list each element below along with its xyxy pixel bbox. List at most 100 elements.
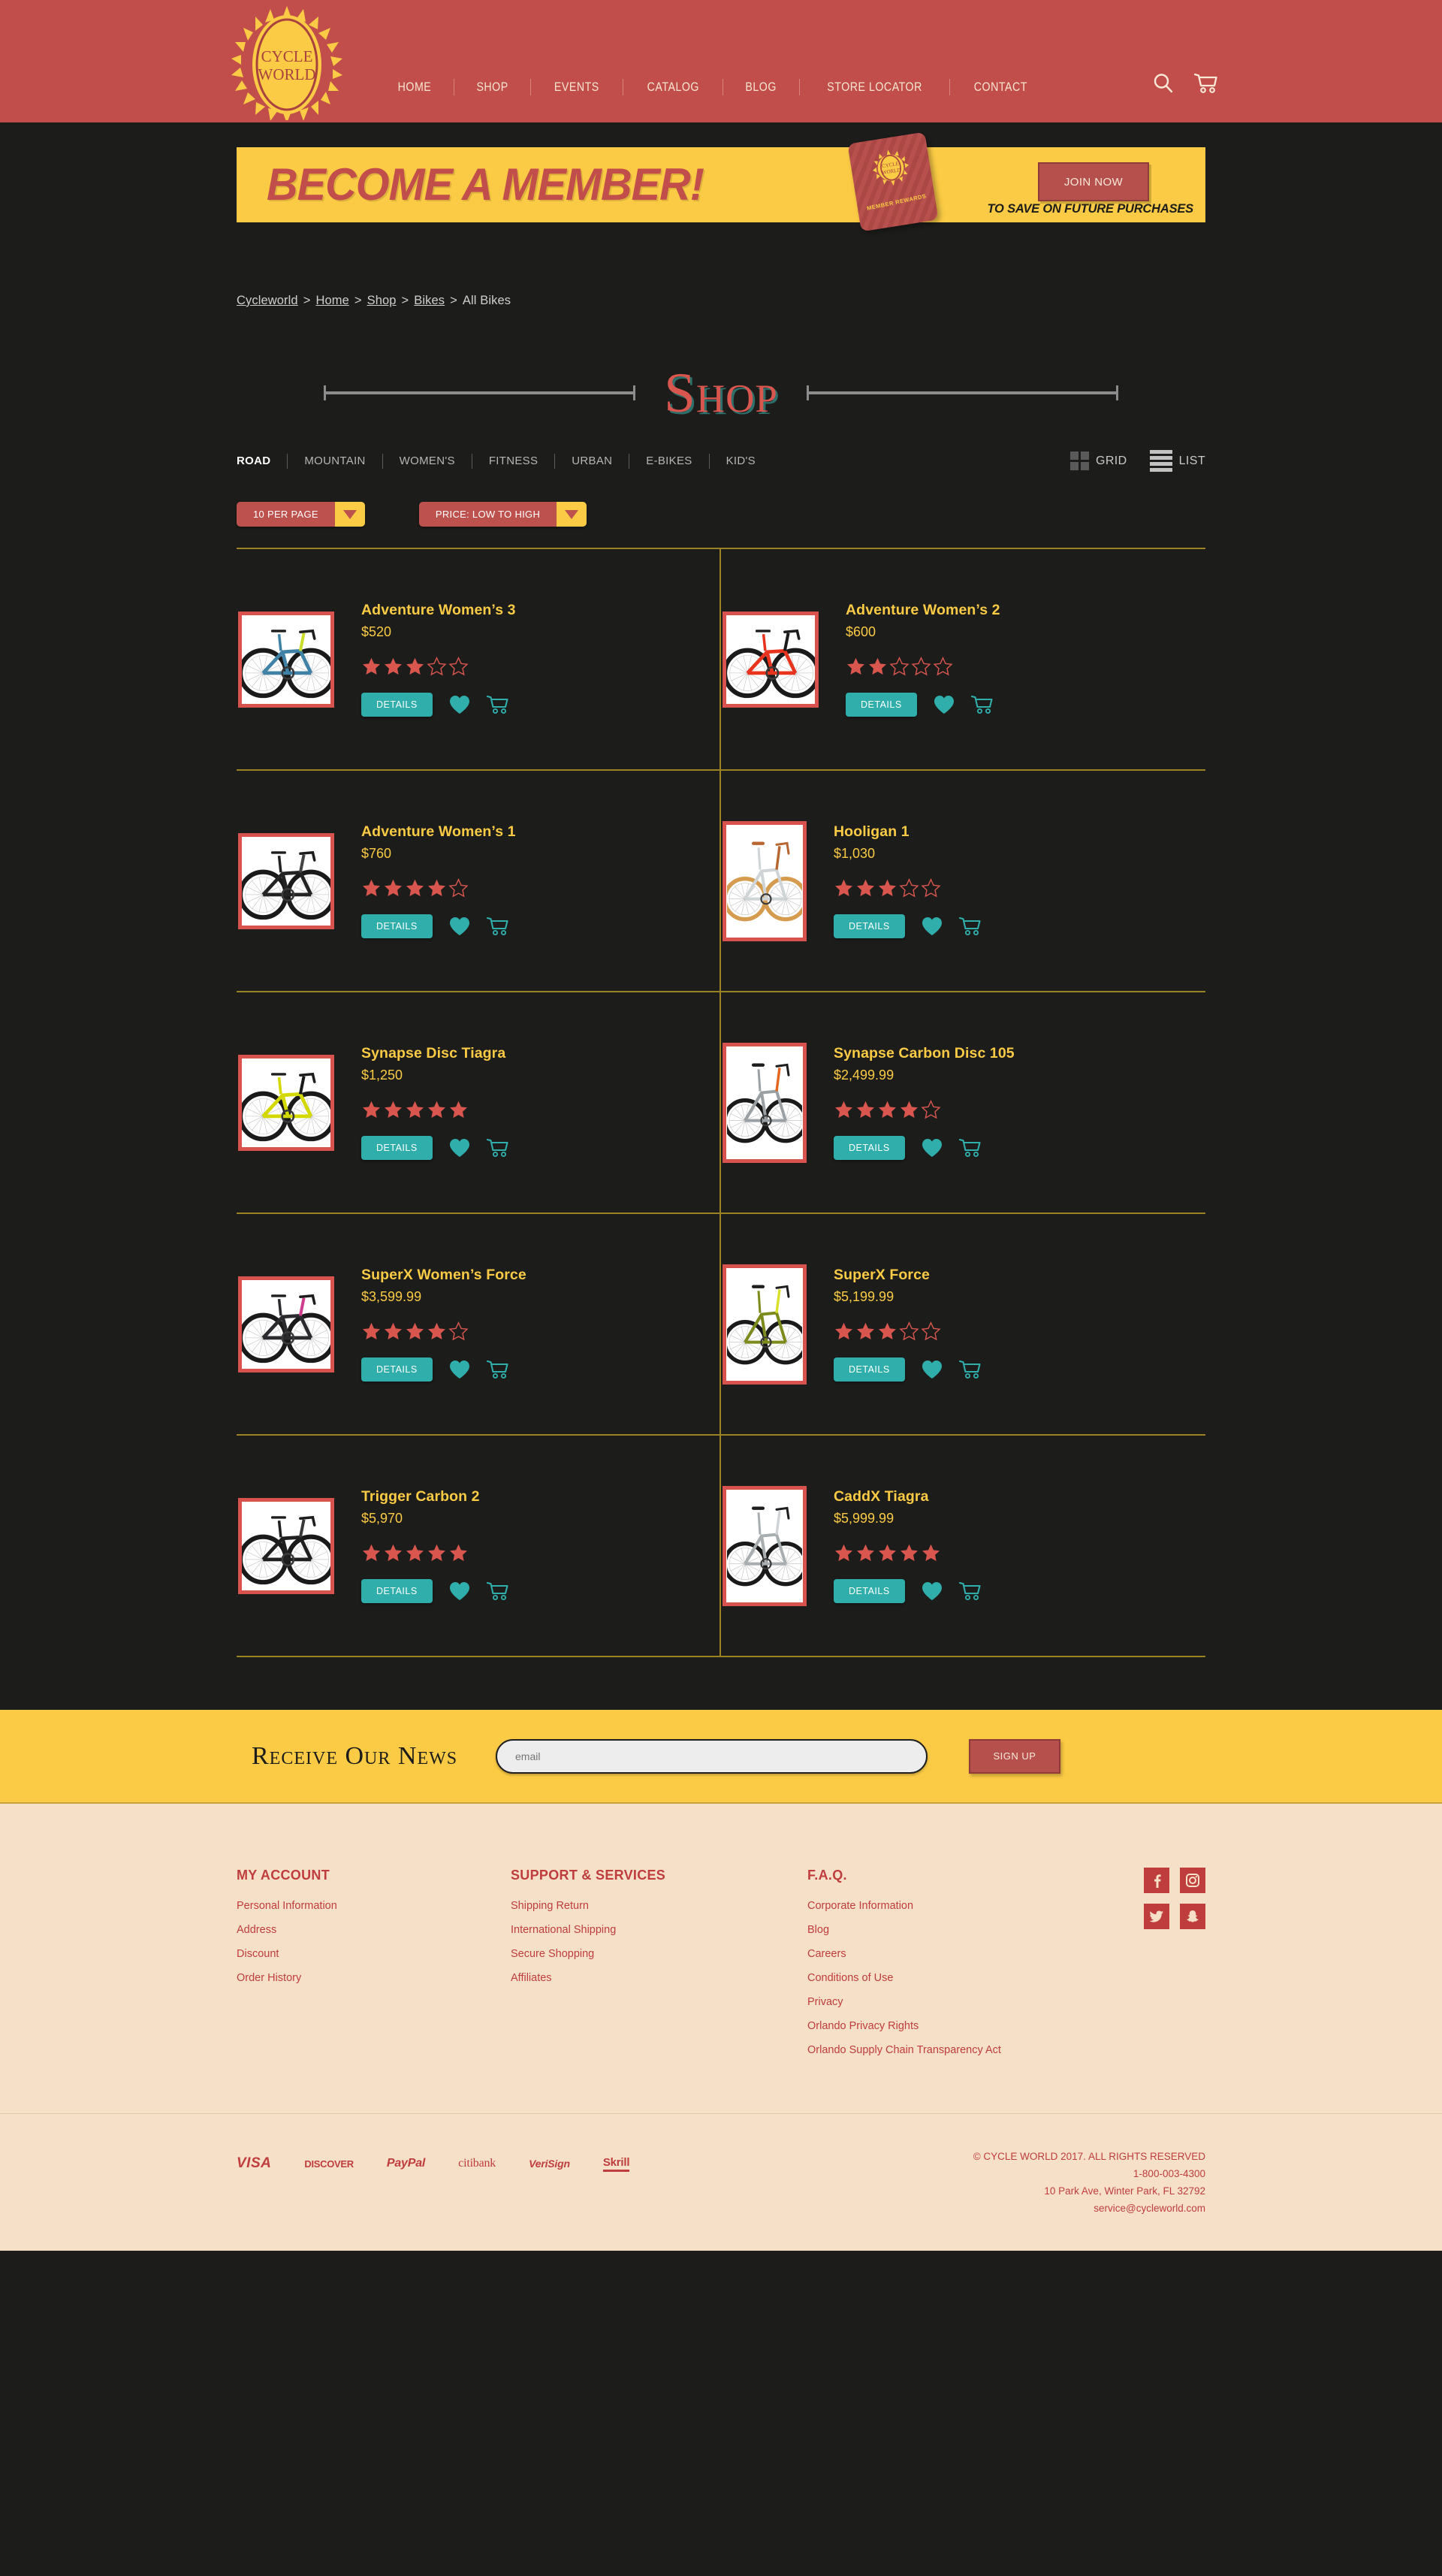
cart-icon[interactable] [970, 694, 994, 715]
join-now-button[interactable]: JOIN NOW [1038, 162, 1149, 201]
cart-icon[interactable] [958, 1137, 982, 1158]
details-button[interactable]: DETAILS [361, 1579, 433, 1603]
cart-icon[interactable] [486, 1359, 509, 1380]
nav-item-store-locator[interactable]: STORE LOCATOR [810, 80, 939, 95]
heart-icon[interactable] [449, 917, 470, 936]
details-button[interactable]: DETAILS [834, 1357, 905, 1382]
footer-link-address[interactable]: Address [237, 1924, 511, 1936]
details-button[interactable]: DETAILS [361, 1357, 433, 1382]
product-card[interactable]: Synapse Disc Tiagra $1,250 DETAILS [237, 992, 721, 1213]
heart-icon[interactable] [922, 1360, 943, 1379]
category-tab-ebikes[interactable]: E-BIKES [629, 454, 708, 467]
heart-icon[interactable] [449, 695, 470, 714]
search-icon[interactable] [1152, 72, 1175, 98]
heart-icon[interactable] [449, 1360, 470, 1379]
heart-icon[interactable] [449, 1138, 470, 1158]
category-tab-urban[interactable]: URBAN [555, 454, 629, 467]
nav-item-contact[interactable]: CONTACT [957, 80, 1044, 95]
footer-email[interactable]: service@cycleworld.com [973, 2200, 1205, 2217]
breadcrumb-item-bikes[interactable]: Bikes [414, 294, 445, 307]
nav-item-catalog[interactable]: CATALOG [630, 80, 716, 95]
footer-link-shipping-return[interactable]: Shipping Return [511, 1900, 807, 1912]
product-image[interactable] [238, 832, 334, 929]
footer-link-orlando-supply-chain[interactable]: Orlando Supply Chain Transparency Act [807, 2044, 1123, 2056]
twitter-icon[interactable] [1144, 1904, 1169, 1929]
cart-icon[interactable] [1193, 72, 1218, 98]
product-card[interactable]: Hooligan 1 $1,030 DETAILS [721, 771, 1205, 991]
nav-item-blog[interactable]: BLOG [729, 80, 793, 95]
details-button[interactable]: DETAILS [834, 1579, 905, 1603]
category-tab-kids[interactable]: KID'S [710, 454, 772, 467]
product-image[interactable] [723, 1485, 807, 1606]
product-image[interactable] [723, 611, 819, 708]
nav-item-shop[interactable]: SHOP [460, 80, 525, 95]
heart-icon[interactable] [922, 917, 943, 936]
product-image[interactable] [238, 611, 334, 708]
breadcrumb-item-shop[interactable]: Shop [367, 294, 397, 307]
footer-link-secure-shopping[interactable]: Secure Shopping [511, 1948, 807, 1960]
product-card[interactable]: Adventure Women’s 3 $520 DETAILS [237, 549, 721, 769]
category-tab-fitness[interactable]: FITNESS [472, 454, 554, 467]
category-tab-womens[interactable]: WOMEN'S [383, 454, 472, 467]
product-image[interactable] [238, 1497, 334, 1594]
details-button[interactable]: DETAILS [846, 693, 917, 717]
product-image[interactable] [238, 1054, 334, 1151]
nav-item-events[interactable]: EVENTS [538, 80, 617, 95]
category-tab-road[interactable]: ROAD [237, 454, 287, 467]
instagram-icon[interactable] [1180, 1868, 1205, 1893]
breadcrumb-item-home[interactable]: Home [315, 294, 348, 307]
product-card[interactable]: Adventure Women’s 2 $600 DETAILS [721, 549, 1205, 769]
product-card[interactable]: Synapse Carbon Disc 105 $2,499.99 DETAIL… [721, 992, 1205, 1213]
cart-icon[interactable] [486, 694, 509, 715]
product-card[interactable]: SuperX Women’s Force $3,599.99 DETAILS [237, 1214, 721, 1434]
cart-icon[interactable] [958, 916, 982, 937]
footer-link-affiliates[interactable]: Affiliates [511, 1972, 807, 1984]
heart-icon[interactable] [934, 695, 955, 714]
heart-icon[interactable] [922, 1138, 943, 1158]
product-card[interactable]: Trigger Carbon 2 $5,970 DETAILS [237, 1436, 721, 1656]
newsletter-signup-button[interactable]: SIGN UP [969, 1738, 1060, 1774]
cart-icon[interactable] [958, 1581, 982, 1602]
heart-icon[interactable] [922, 1581, 943, 1601]
product-image[interactable] [723, 1042, 807, 1163]
category-tab-mountain[interactable]: MOUNTAIN [288, 454, 382, 467]
product-image[interactable] [723, 1264, 807, 1385]
details-button[interactable]: DETAILS [361, 693, 433, 717]
cart-icon[interactable] [486, 1581, 509, 1602]
snapchat-icon[interactable] [1180, 1904, 1205, 1929]
list-view-button[interactable]: LIST [1149, 450, 1205, 472]
heart-icon[interactable] [449, 1581, 470, 1601]
footer-link-blog[interactable]: Blog [807, 1924, 1123, 1936]
footer-link-privacy[interactable]: Privacy [807, 1996, 1123, 2008]
footer-link-order-history[interactable]: Order History [237, 1972, 511, 1984]
per-page-dropdown[interactable]: 10 PER PAGE [237, 502, 365, 527]
footer-link-orlando-privacy-rights[interactable]: Orlando Privacy Rights [807, 2020, 1123, 2032]
footer-link-personal-information[interactable]: Personal Information [237, 1900, 511, 1912]
footer-link-discount[interactable]: Discount [237, 1948, 511, 1960]
cart-icon[interactable] [486, 916, 509, 937]
product-name: Adventure Women’s 2 [846, 602, 1000, 618]
product-image[interactable] [238, 1276, 334, 1373]
facebook-icon[interactable] [1144, 1868, 1169, 1893]
footer-link-corporate-information[interactable]: Corporate Information [807, 1900, 1123, 1912]
cart-icon[interactable] [958, 1359, 982, 1380]
product-card[interactable]: SuperX Force $5,199.99 DETAILS [721, 1214, 1205, 1434]
site-logo[interactable]: CYCLE WORLD [224, 6, 350, 120]
product-image[interactable] [723, 820, 807, 941]
footer-link-careers[interactable]: Careers [807, 1948, 1123, 1960]
cart-icon[interactable] [486, 1137, 509, 1158]
breadcrumb-item-cycleworld[interactable]: Cycleworld [237, 294, 298, 307]
star-empty-icon [921, 878, 941, 898]
product-card[interactable]: CaddX Tiagra $5,999.99 DETAILS [721, 1436, 1205, 1656]
nav-item-home[interactable]: HOME [381, 80, 448, 95]
grid-view-button[interactable]: GRID [1070, 451, 1127, 470]
details-button[interactable]: DETAILS [361, 1136, 433, 1160]
sort-dropdown[interactable]: PRICE: LOW TO HIGH [418, 502, 587, 527]
details-button[interactable]: DETAILS [834, 1136, 905, 1160]
details-button[interactable]: DETAILS [834, 914, 905, 938]
product-card[interactable]: Adventure Women’s 1 $760 DETAILS [237, 771, 721, 991]
footer-link-international-shipping[interactable]: International Shipping [511, 1924, 807, 1936]
details-button[interactable]: DETAILS [361, 914, 433, 938]
newsletter-email-input[interactable] [496, 1738, 928, 1774]
footer-link-conditions-of-use[interactable]: Conditions of Use [807, 1972, 1123, 1984]
